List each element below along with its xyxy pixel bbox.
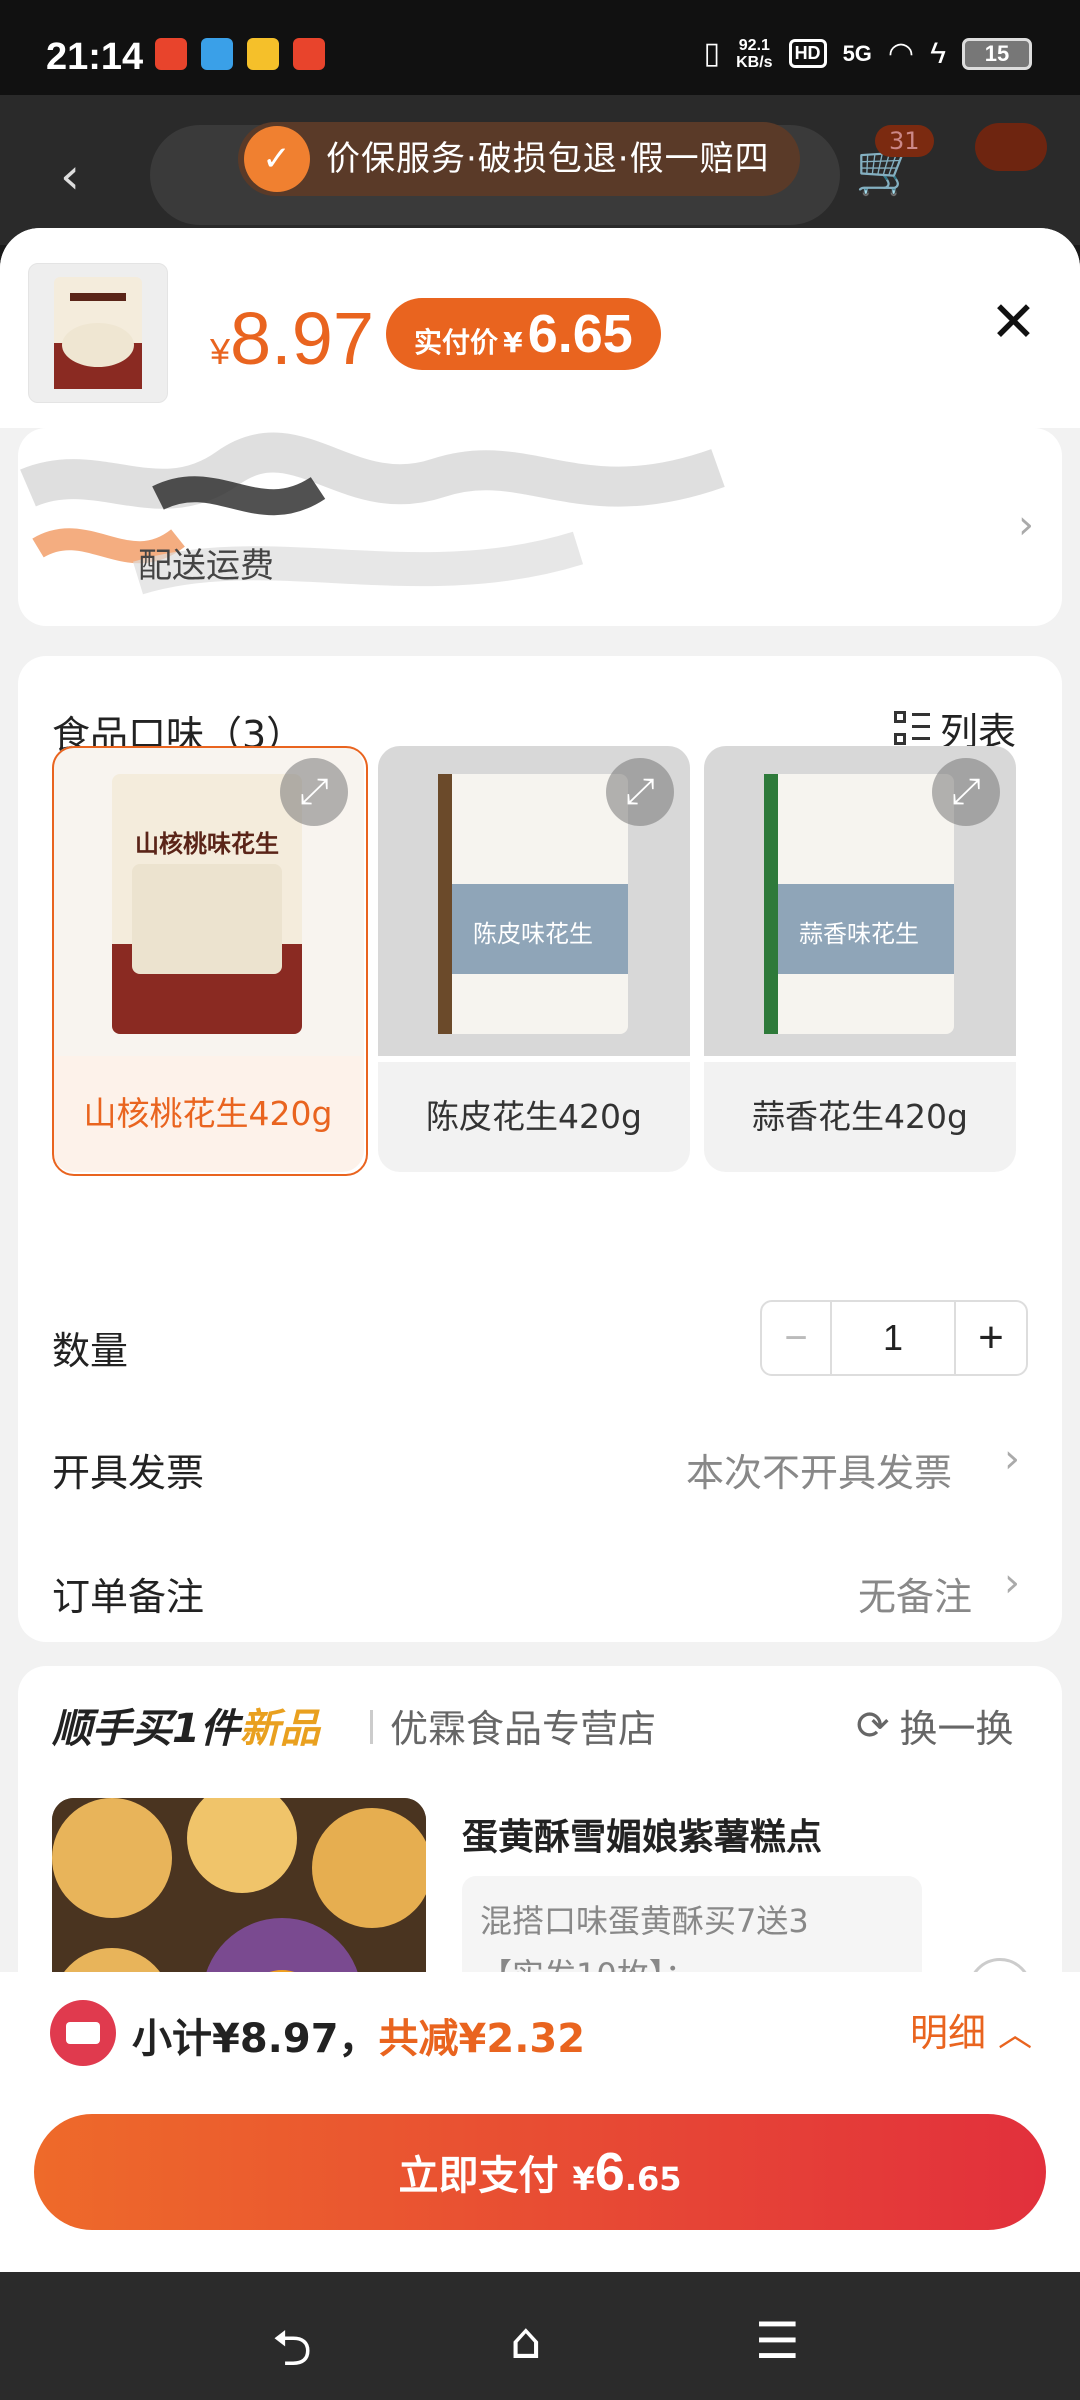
notification-icons: [155, 38, 325, 70]
expand-icon[interactable]: ⤢: [280, 758, 348, 826]
variant-option[interactable]: 蒜香味花生 ⤢ 蒜香花生420g: [704, 746, 1016, 1172]
variant-option[interactable]: 山核桃味花生 ⤢ 山核桃花生420g: [52, 746, 368, 1176]
home-nav-icon[interactable]: ⌂: [510, 2312, 542, 2370]
promo-banner: ✓ 价保服务·破损包退·假一赔四: [238, 122, 800, 196]
wifi-icon: ◠: [887, 37, 915, 70]
checkout-bar: 小计¥8.97，共减¥2.32 明细 ︿ 立即支付 ¥6.65: [0, 1972, 1080, 2272]
quantity-value[interactable]: 1: [832, 1302, 956, 1374]
package-image: 蒜香味花生: [764, 774, 954, 1034]
quantity-increase-button[interactable]: +: [956, 1302, 1026, 1374]
subtotal: 小计¥8.97，共减¥2.32: [132, 2016, 586, 2062]
variant-image: 蒜香味花生 ⤢: [704, 746, 1016, 1056]
battery-icon: 15: [962, 37, 1032, 70]
order-note-value: 无备注: [858, 1575, 973, 1619]
cart-badge: 31: [875, 125, 934, 157]
invoice-value: 本次不开具发票: [686, 1451, 953, 1495]
variant-image: 陈皮味花生 ⤢: [378, 746, 690, 1056]
product-price: ¥8.97: [210, 297, 375, 380]
store-name[interactable]: 优霖食品专营店: [390, 1698, 656, 1753]
quantity-label: 数量: [52, 1329, 129, 1373]
shield-check-icon: ✓: [244, 126, 310, 192]
quantity-decrease-button[interactable]: −: [762, 1302, 832, 1374]
list-icon: [894, 710, 930, 747]
invoice-label: 开具发票: [52, 1451, 205, 1495]
order-note-label: 订单备注: [52, 1575, 205, 1619]
refresh-icon: ⟳: [856, 1702, 890, 1749]
chevron-up-icon: ︿: [998, 2015, 1033, 2055]
pay-now-button[interactable]: 立即支付 ¥6.65: [34, 2114, 1046, 2230]
navigation-bar: ⮌ ⌂ ☰: [0, 2272, 1080, 2400]
qq-icon: [201, 38, 233, 70]
net-speed: 92.1 KB/s: [736, 36, 773, 71]
variant-label: 山核桃花生420g: [52, 1056, 364, 1172]
package-image: 山核桃味花生: [112, 774, 302, 1034]
close-icon[interactable]: ✕: [990, 290, 1037, 355]
swap-button[interactable]: ⟳ 换一换: [856, 1698, 1014, 1753]
coupon-icon: [50, 2000, 116, 2066]
actual-pay-badge: 实付价 ¥ 6.65: [386, 298, 661, 370]
sheet-header: ¥8.97 实付价 ¥ 6.65 ✕: [0, 228, 1080, 428]
chevron-right-icon: ›: [1004, 1436, 1020, 1482]
chevron-right-icon: ›: [1004, 1560, 1020, 1606]
hd-icon: HD: [788, 39, 827, 68]
app-notification-icon: [247, 38, 279, 70]
expand-icon[interactable]: ⤢: [932, 758, 1000, 826]
package-image: 陈皮味花生: [438, 774, 628, 1034]
vibrate-icon: ▯: [703, 37, 721, 70]
redaction-scribble: [20, 432, 725, 595]
variant-option[interactable]: 陈皮味花生 ⤢ 陈皮花生420g: [378, 746, 690, 1172]
expand-icon[interactable]: ⤢: [606, 758, 674, 826]
recommended-product-name[interactable]: 蛋黄酥雪媚娘紫薯糕点: [462, 1808, 822, 1860]
variant-image: 山核桃味花生 ⤢: [52, 746, 364, 1056]
product-thumbnail[interactable]: [28, 263, 168, 403]
product-package-image: [54, 277, 142, 389]
chevron-right-icon: ›: [1018, 502, 1034, 548]
address-text: 配送运费: [138, 546, 274, 586]
signal-icon: 5G: [842, 40, 872, 66]
charging-icon: ϟ: [930, 36, 946, 70]
options-card: 食品口味（3） 列表 山核桃味花生 ⤢ 山核桃花生420g 陈皮味花生 ⤢ 陈皮…: [18, 656, 1062, 1642]
promo-text: 价保服务·破损包退·假一赔四: [326, 139, 770, 179]
status-time: 21:14: [46, 36, 144, 78]
quantity-stepper: − 1 +: [760, 1300, 1028, 1376]
app-notification-icon: [293, 38, 325, 70]
system-status: ▯ 92.1 KB/s HD 5G ◠ ϟ 15: [704, 36, 1032, 71]
variant-label: 蒜香花生420g: [704, 1062, 1016, 1172]
sku-sheet: ¥8.97 实付价 ¥ 6.65 ✕ 配送运费 › 食品口味（3） 列表 山核桃…: [0, 228, 1080, 2273]
detail-toggle[interactable]: 明细 ︿: [910, 2002, 1032, 2057]
address-row[interactable]: 配送运费 ›: [18, 428, 1062, 626]
back-icon[interactable]: ‹: [60, 147, 80, 205]
variant-label: 陈皮花生420g: [378, 1062, 690, 1172]
recommendation-title: 顺手买1件新品: [52, 1706, 320, 1752]
menu-nav-icon[interactable]: ☰: [755, 2312, 800, 2370]
more-icon[interactable]: [975, 123, 1047, 171]
app-notification-icon: [155, 38, 187, 70]
status-bar: 21:14 ▯ 92.1 KB/s HD 5G ◠ ϟ 15: [0, 0, 1080, 95]
divider: [370, 1710, 373, 1744]
back-nav-icon[interactable]: ⮌: [272, 2312, 312, 2397]
